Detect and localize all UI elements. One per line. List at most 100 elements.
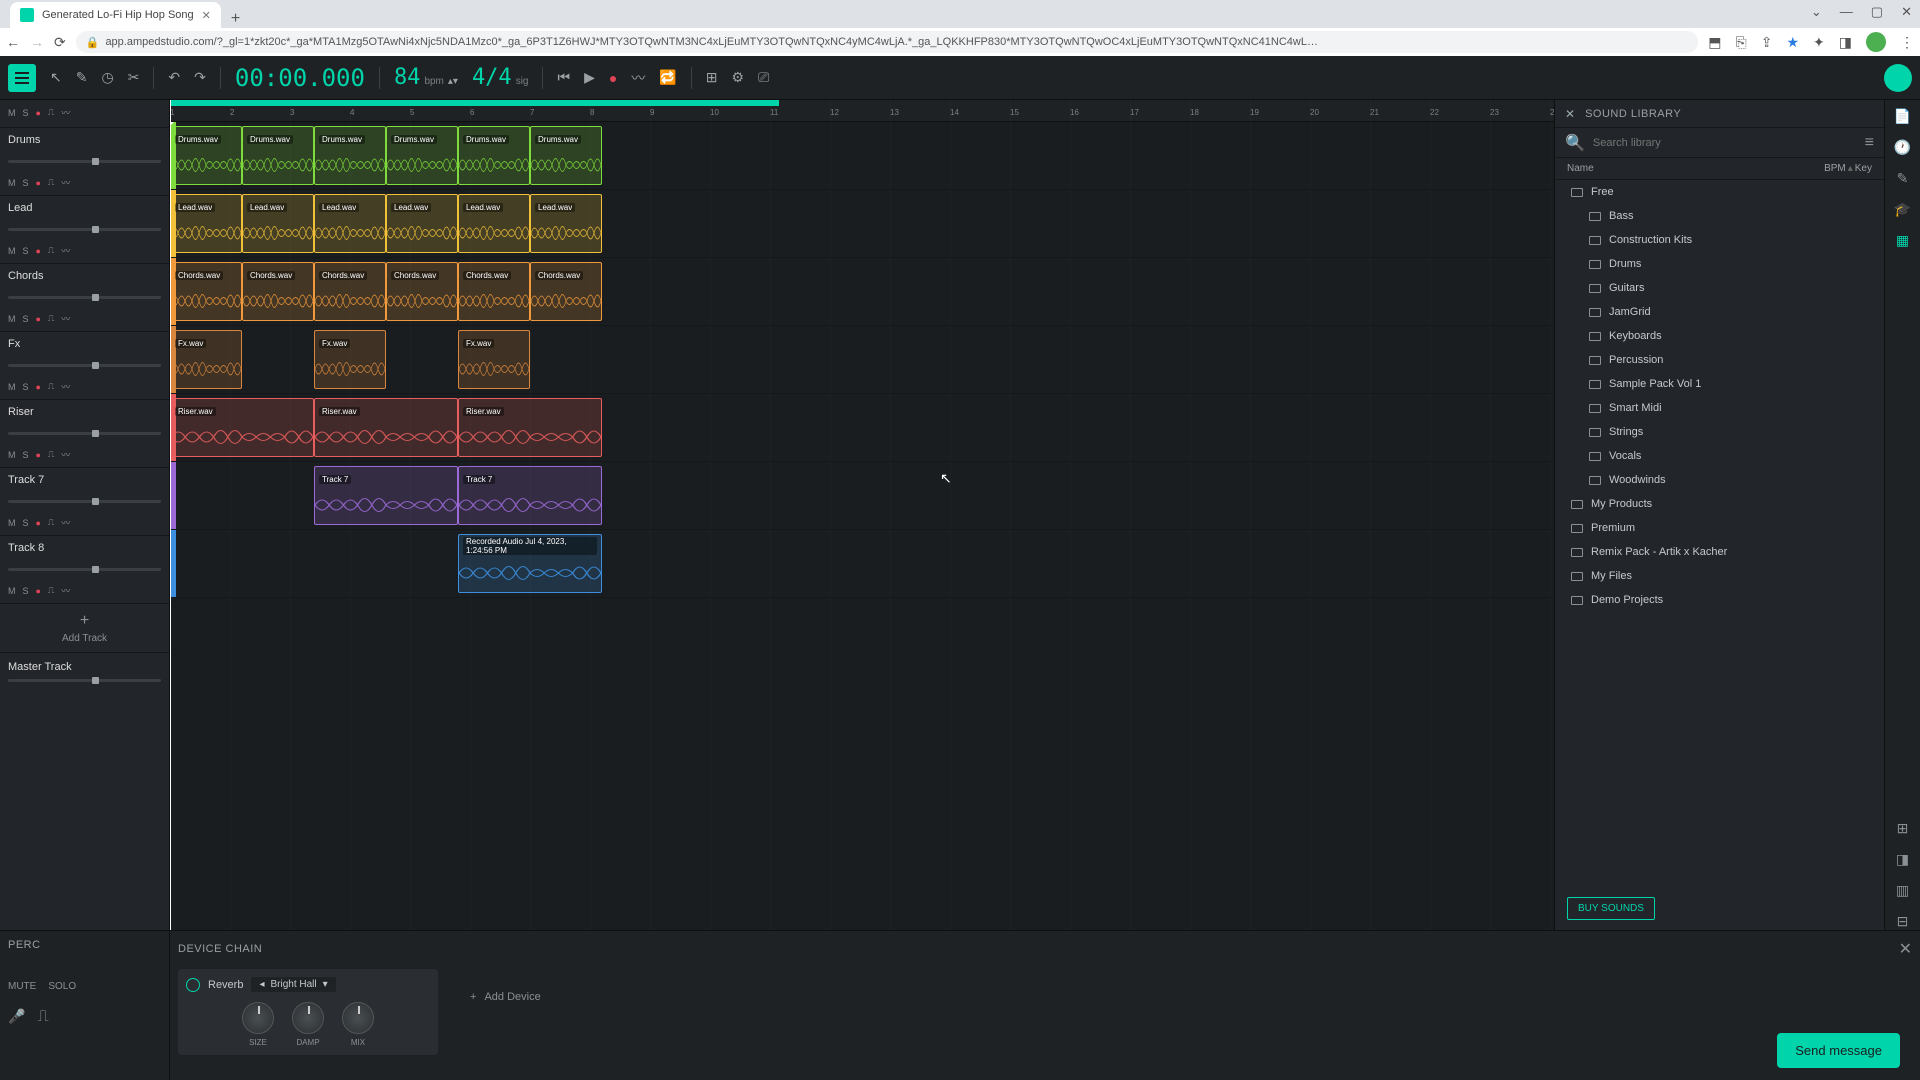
eq-icon[interactable]: ⎍	[48, 177, 54, 188]
education-icon[interactable]: 🎓	[1894, 201, 1911, 218]
filter-icon[interactable]: ≡	[1865, 134, 1874, 152]
library-folder[interactable]: Woodwinds	[1555, 468, 1884, 492]
audio-clip[interactable]: Drums.wav	[386, 126, 458, 185]
library-folder[interactable]: JamGrid	[1555, 300, 1884, 324]
library-folder[interactable]: Demo Projects	[1555, 588, 1884, 612]
time-display[interactable]: 00:00.000	[235, 64, 365, 92]
audio-clip[interactable]: Chords.wav	[386, 262, 458, 321]
col-key[interactable]: Key	[1855, 163, 1872, 174]
audio-clip[interactable]: Track 7	[458, 466, 602, 525]
solo-button[interactable]: S	[23, 518, 29, 528]
mute-button[interactable]: M	[8, 246, 16, 256]
reverb-device[interactable]: Reverb ◂ Bright Hall ▾ SIZE DAMP MIX	[178, 969, 438, 1055]
perc-mute-button[interactable]: MUTE	[8, 981, 36, 992]
audio-clip[interactable]: Riser.wav	[314, 398, 458, 457]
share-icon[interactable]: ⇪	[1761, 34, 1773, 51]
track-header-3[interactable]: Fx M S ● ⎍ 〰	[0, 332, 169, 400]
hamburger-menu[interactable]	[8, 64, 36, 92]
sidepanel-icon[interactable]: ◨	[1839, 34, 1852, 51]
track-row-3[interactable]: Fx.wav Fx.wav Fx.wav	[170, 326, 1554, 394]
send-message-button[interactable]: Send message	[1777, 1033, 1900, 1068]
automation-toggle-icon[interactable]: 〰	[61, 106, 70, 119]
eq-icon[interactable]: ⎍	[48, 381, 54, 392]
solo-button[interactable]: S	[23, 314, 29, 324]
track-volume-slider[interactable]	[8, 160, 161, 163]
redo-icon[interactable]: ↷	[194, 69, 206, 86]
profile-avatar[interactable]	[1866, 32, 1886, 52]
audio-clip[interactable]: Drums.wav	[314, 126, 386, 185]
knob-damp[interactable]: DAMP	[292, 1002, 324, 1047]
library-folder[interactable]: Remix Pack - Artik x Kacher	[1555, 540, 1884, 564]
add-device-button[interactable]: + Add Device	[470, 991, 541, 1003]
arm-record-icon[interactable]: ●	[36, 246, 41, 256]
panel-icon[interactable]: ◨	[1896, 851, 1909, 868]
close-chain-icon[interactable]: ✕	[1899, 939, 1912, 959]
audio-clip[interactable]: Drums.wav	[458, 126, 530, 185]
library-folder[interactable]: Drums	[1555, 252, 1884, 276]
playhead[interactable]	[170, 100, 171, 930]
track-header-2[interactable]: Chords M S ● ⎍ 〰	[0, 264, 169, 332]
automation-toggle-icon[interactable]: 〰	[61, 312, 70, 325]
library-folder[interactable]: Guitars	[1555, 276, 1884, 300]
metronome-icon[interactable]: ◷	[101, 69, 113, 86]
user-avatar[interactable]	[1884, 64, 1912, 92]
arm-record-icon[interactable]: ●	[36, 108, 41, 118]
mute-button[interactable]: M	[8, 518, 16, 528]
mixer-icon[interactable]: ⎚	[758, 69, 769, 86]
audio-clip[interactable]: Riser.wav	[458, 398, 602, 457]
track-header-0[interactable]: Drums M S ● ⎍ 〰	[0, 128, 169, 196]
bpm-control[interactable]: 84 bpm ▴▾	[394, 65, 458, 90]
eq-icon[interactable]: ⎍	[48, 313, 54, 324]
audio-clip[interactable]: Lead.wav	[314, 194, 386, 253]
pointer-tool-icon[interactable]: ↖	[50, 69, 62, 86]
library-folder[interactable]: Vocals	[1555, 444, 1884, 468]
mic-icon[interactable]: 🎤	[8, 1008, 25, 1026]
arrangement-view[interactable]: 123456789101112131415161718192021222324 …	[170, 100, 1554, 930]
audio-clip[interactable]: Recorded Audio Jul 4, 2023, 1:24:56 PM	[458, 534, 602, 593]
knob-size[interactable]: SIZE	[242, 1002, 274, 1047]
library-folder[interactable]: My Products	[1555, 492, 1884, 516]
audio-clip[interactable]: Lead.wav	[458, 194, 530, 253]
new-tab-button[interactable]: +	[221, 10, 250, 28]
audio-clip[interactable]: Lead.wav	[386, 194, 458, 253]
cut-tool-icon[interactable]: ✂	[128, 69, 140, 86]
perc-solo-button[interactable]: SOLO	[48, 981, 76, 992]
audio-clip[interactable]: Chords.wav	[530, 262, 602, 321]
track-row-6[interactable]: Recorded Audio Jul 4, 2023, 1:24:56 PM	[170, 530, 1554, 598]
track-row-0[interactable]: Drums.wav Drums.wav Drums.wav Drums.wav …	[170, 122, 1554, 190]
track-row-2[interactable]: Chords.wav Chords.wav Chords.wav Chords.…	[170, 258, 1554, 326]
bookmark-icon[interactable]: ★	[1786, 34, 1799, 51]
eq-icon[interactable]: ⎍	[48, 517, 54, 528]
time-signature[interactable]: 4/4 sig	[472, 65, 529, 90]
audio-clip[interactable]: Drums.wav	[170, 126, 242, 185]
arm-record-icon[interactable]: ●	[36, 450, 41, 460]
library-search-input[interactable]	[1593, 137, 1857, 149]
automation-toggle-icon[interactable]: 〰	[61, 244, 70, 257]
solo-button[interactable]: S	[23, 586, 29, 596]
close-library-icon[interactable]: ✕	[1565, 107, 1575, 121]
device-power-icon[interactable]	[186, 978, 200, 992]
library-toggle-icon[interactable]: ▦	[1896, 232, 1909, 249]
undo-icon[interactable]: ↶	[168, 69, 180, 86]
master-track[interactable]: Master Track	[0, 652, 169, 690]
audio-clip[interactable]: Drums.wav	[530, 126, 602, 185]
snap-icon[interactable]: ⊞	[706, 69, 718, 86]
chain-icon[interactable]: ⊟	[1897, 913, 1909, 930]
audio-clip[interactable]: Fx.wav	[170, 330, 242, 389]
library-folder[interactable]: Premium	[1555, 516, 1884, 540]
mute-button[interactable]: M	[8, 450, 16, 460]
col-bpm[interactable]: BPM	[1824, 163, 1846, 174]
play-icon[interactable]: ▶	[584, 69, 595, 86]
buy-sounds-button[interactable]: BUY SOUNDS	[1567, 897, 1655, 920]
track-volume-slider[interactable]	[8, 432, 161, 435]
mute-button[interactable]: M	[8, 382, 16, 392]
timeline-ruler[interactable]: 123456789101112131415161718192021222324	[170, 100, 1554, 122]
loop-region[interactable]	[170, 100, 779, 106]
piano-icon[interactable]: ▥	[1896, 882, 1909, 899]
library-folder[interactable]: Sample Pack Vol 1	[1555, 372, 1884, 396]
solo-button[interactable]: S	[23, 178, 29, 188]
forward-button[interactable]: →	[30, 34, 44, 50]
extensions-icon[interactable]: ✦	[1813, 34, 1825, 51]
clock-icon[interactable]: 🕐	[1894, 139, 1911, 156]
mute-button[interactable]: M	[8, 178, 16, 188]
